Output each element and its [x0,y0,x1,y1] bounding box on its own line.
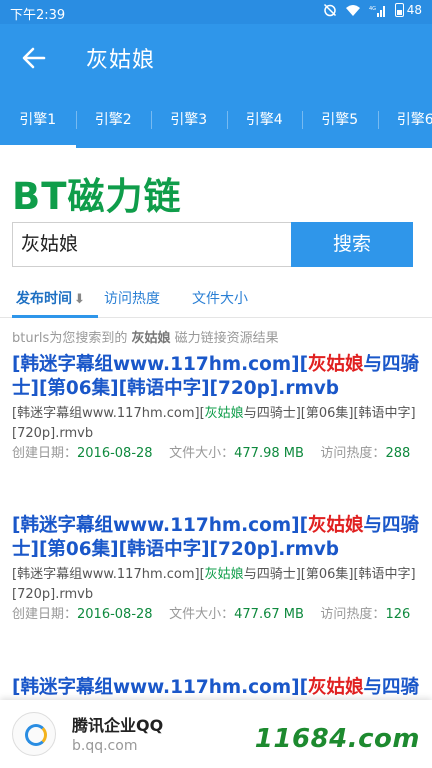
tab-engine-1[interactable]: 引擎1 [0,92,76,148]
sort-by-size[interactable]: 文件大小 [192,288,248,308]
status-time: 下午2:39 [10,8,66,23]
tab-engine-4[interactable]: 引擎4 [226,92,303,148]
result-title-text: [韩迷字幕组www.117hm.com][ [12,677,309,698]
hot-value: 126 [385,607,411,622]
sort-by-date[interactable]: 发布时间 ⬇ [16,288,85,308]
summary-suffix: 磁力链接资源结果 [170,331,279,346]
alarm-off-icon [323,3,336,17]
qq-logo-icon [12,712,56,756]
hot-label: 访问热度： [320,607,386,622]
summary-keyword: 灰姑娘 [131,331,171,346]
search-input[interactable]: 灰姑娘 [12,222,292,267]
arrow-left-icon[interactable] [20,44,48,72]
tab-engine-3[interactable]: 引擎3 [151,92,227,148]
svg-text:4G: 4G [369,6,376,12]
size-label: 文件大小： [169,446,235,461]
battery-level: 48 [406,3,422,17]
watermark: 11684.com [254,724,420,754]
status-icons: 4G 48 [323,3,422,17]
date-value: 2016-08-28 [77,446,153,461]
battery-icon [394,3,404,17]
date-label: 创建日期： [12,446,78,461]
results-summary: bturls为您搜索到的 灰姑娘 磁力链接资源结果 [12,327,279,346]
result-desc-text: [韩迷字幕组www.117hm.com][ [12,406,205,421]
sort-by-date-label: 发布时间 [16,291,72,307]
arrow-down-icon: ⬇ [74,292,85,307]
search-button[interactable]: 搜索 [291,222,413,267]
tab-engine-2[interactable]: 引擎2 [75,92,152,148]
result-item: [韩迷字幕组www.117hm.com][灰姑娘与四骑士][第06集][韩语中字… [12,353,420,464]
result-title-keyword: 灰姑娘 [308,354,364,375]
size-value: 477.67 MB [234,607,304,622]
result-description: [韩迷字幕组www.117hm.com][灰姑娘与四骑士][第06集][韩语中字… [12,565,420,605]
date-value: 2016-08-28 [77,607,153,622]
hot-value: 288 [385,446,411,461]
result-title-link[interactable]: [韩迷字幕组www.117hm.com][灰姑娘与四骑士][第06集][韩语中字… [12,514,420,562]
engine-tabs: 引擎1 引擎2 引擎3 引擎4 引擎5 引擎6 [0,92,432,148]
active-sort-indicator [12,315,98,318]
size-value: 477.98 MB [234,446,304,461]
result-title-link[interactable]: [韩迷字幕组www.117hm.com][灰姑娘与四骑士][第06集][韩语中字… [12,353,420,401]
result-title-keyword: 灰姑娘 [308,515,364,536]
result-title-text: [韩迷字幕组www.117hm.com][ [12,354,309,375]
result-title-text: [韩迷字幕组www.117hm.com][ [12,515,309,536]
tab-engine-6[interactable]: 引擎6 [377,92,432,148]
sort-by-popularity[interactable]: 访问热度 [104,288,160,308]
date-label: 创建日期： [12,607,78,622]
result-title-keyword: 灰姑娘 [308,677,364,698]
result-desc-keyword: 灰姑娘 [204,567,244,582]
4g-signal-icon: 4G [369,5,385,17]
page-title: 灰姑娘 [86,48,156,73]
ad-title: 腾讯企业QQ [72,716,164,735]
size-label: 文件大小： [169,607,235,622]
result-description: [韩迷字幕组www.117hm.com][灰姑娘与四骑士][第06集][韩语中字… [12,404,420,444]
status-bar: 下午2:39 4G 48 [0,0,432,24]
battery-indicator: 48 [394,3,422,17]
sort-bar: 发布时间 ⬇ 访问热度 文件大小 [0,282,432,318]
site-logo: BT磁力链 [12,175,182,218]
summary-prefix: bturls为您搜索到的 [12,331,132,346]
result-item: [韩迷字幕组www.117hm.com][灰姑娘与四骑士][第06集][韩语中字… [12,514,420,625]
ad-url: b.qq.com [72,738,138,754]
result-meta: 创建日期：2016-08-28 文件大小：477.98 MB 访问热度：288 [12,444,420,464]
result-meta: 创建日期：2016-08-28 文件大小：477.67 MB 访问热度：126 [12,605,420,625]
result-desc-text: [韩迷字幕组www.117hm.com][ [12,567,205,582]
app-toolbar: 灰姑娘 [0,24,432,92]
result-desc-keyword: 灰姑娘 [204,406,244,421]
wifi-icon [345,4,360,16]
tab-engine-5[interactable]: 引擎5 [302,92,378,148]
hot-label: 访问热度： [320,446,386,461]
